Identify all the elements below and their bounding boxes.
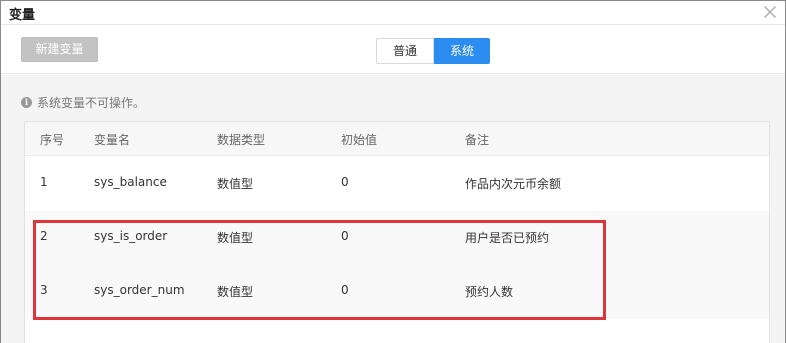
header-variable-name: 变量名 [94, 133, 131, 147]
row-data-type: 数值型 [217, 177, 254, 191]
tab-system[interactable]: 系统 [434, 38, 490, 64]
variables-table: 序号 变量名 数据类型 初始值 备注 1 sys_balance 数值型 0 作… [24, 121, 770, 343]
row-index: 3 [40, 283, 48, 297]
row-remark: 用户是否已预约 [465, 231, 550, 245]
row-initial-value: 0 [341, 283, 349, 297]
dialog-content: i 系统变量不可操作。 序号 变量名 数据类型 初始值 备注 1 sys_bal… [1, 75, 785, 343]
row-index: 1 [40, 175, 48, 189]
header-data-type: 数据类型 [217, 133, 266, 147]
info-icon: i [21, 97, 32, 108]
system-variable-notice: i 系统变量不可操作。 [21, 94, 145, 111]
header-remark: 备注 [465, 133, 490, 147]
table-header: 序号 变量名 数据类型 初始值 备注 [25, 122, 769, 156]
new-variable-button[interactable]: 新建变量 [21, 37, 98, 62]
row-variable-name: sys_order_num [94, 283, 185, 297]
table-row[interactable]: 3 sys_order_num 数值型 0 预约人数 [25, 265, 769, 319]
header-initial-value: 初始值 [341, 133, 378, 147]
table-row[interactable]: 2 sys_is_order 数值型 0 用户是否已预约 [25, 211, 769, 265]
table-row[interactable]: 1 sys_balance 数值型 0 作品内次元币余额 [25, 157, 769, 211]
row-variable-name: sys_balance [94, 175, 167, 189]
variables-dialog: 变量 新建变量 普通 系统 i 系统变量不可操作。 序号 变量名 数据类型 初始… [0, 0, 786, 343]
row-remark: 预约人数 [465, 285, 514, 299]
dialog-titlebar: 变量 [1, 1, 785, 25]
close-icon[interactable] [763, 5, 777, 19]
dialog-title: 变量 [9, 8, 36, 23]
tab-normal[interactable]: 普通 [376, 38, 434, 64]
row-data-type: 数值型 [217, 231, 254, 245]
row-variable-name: sys_is_order [94, 229, 168, 243]
header-index: 序号 [40, 133, 65, 147]
row-initial-value: 0 [341, 229, 349, 243]
variable-type-tabs: 普通 系统 [376, 38, 490, 64]
row-remark: 作品内次元币余额 [465, 177, 562, 191]
row-initial-value: 0 [341, 175, 349, 189]
notice-text: 系统变量不可操作。 [37, 96, 146, 110]
row-data-type: 数值型 [217, 285, 254, 299]
row-index: 2 [40, 229, 48, 243]
dialog-toolbar: 新建变量 普通 系统 [1, 26, 785, 74]
